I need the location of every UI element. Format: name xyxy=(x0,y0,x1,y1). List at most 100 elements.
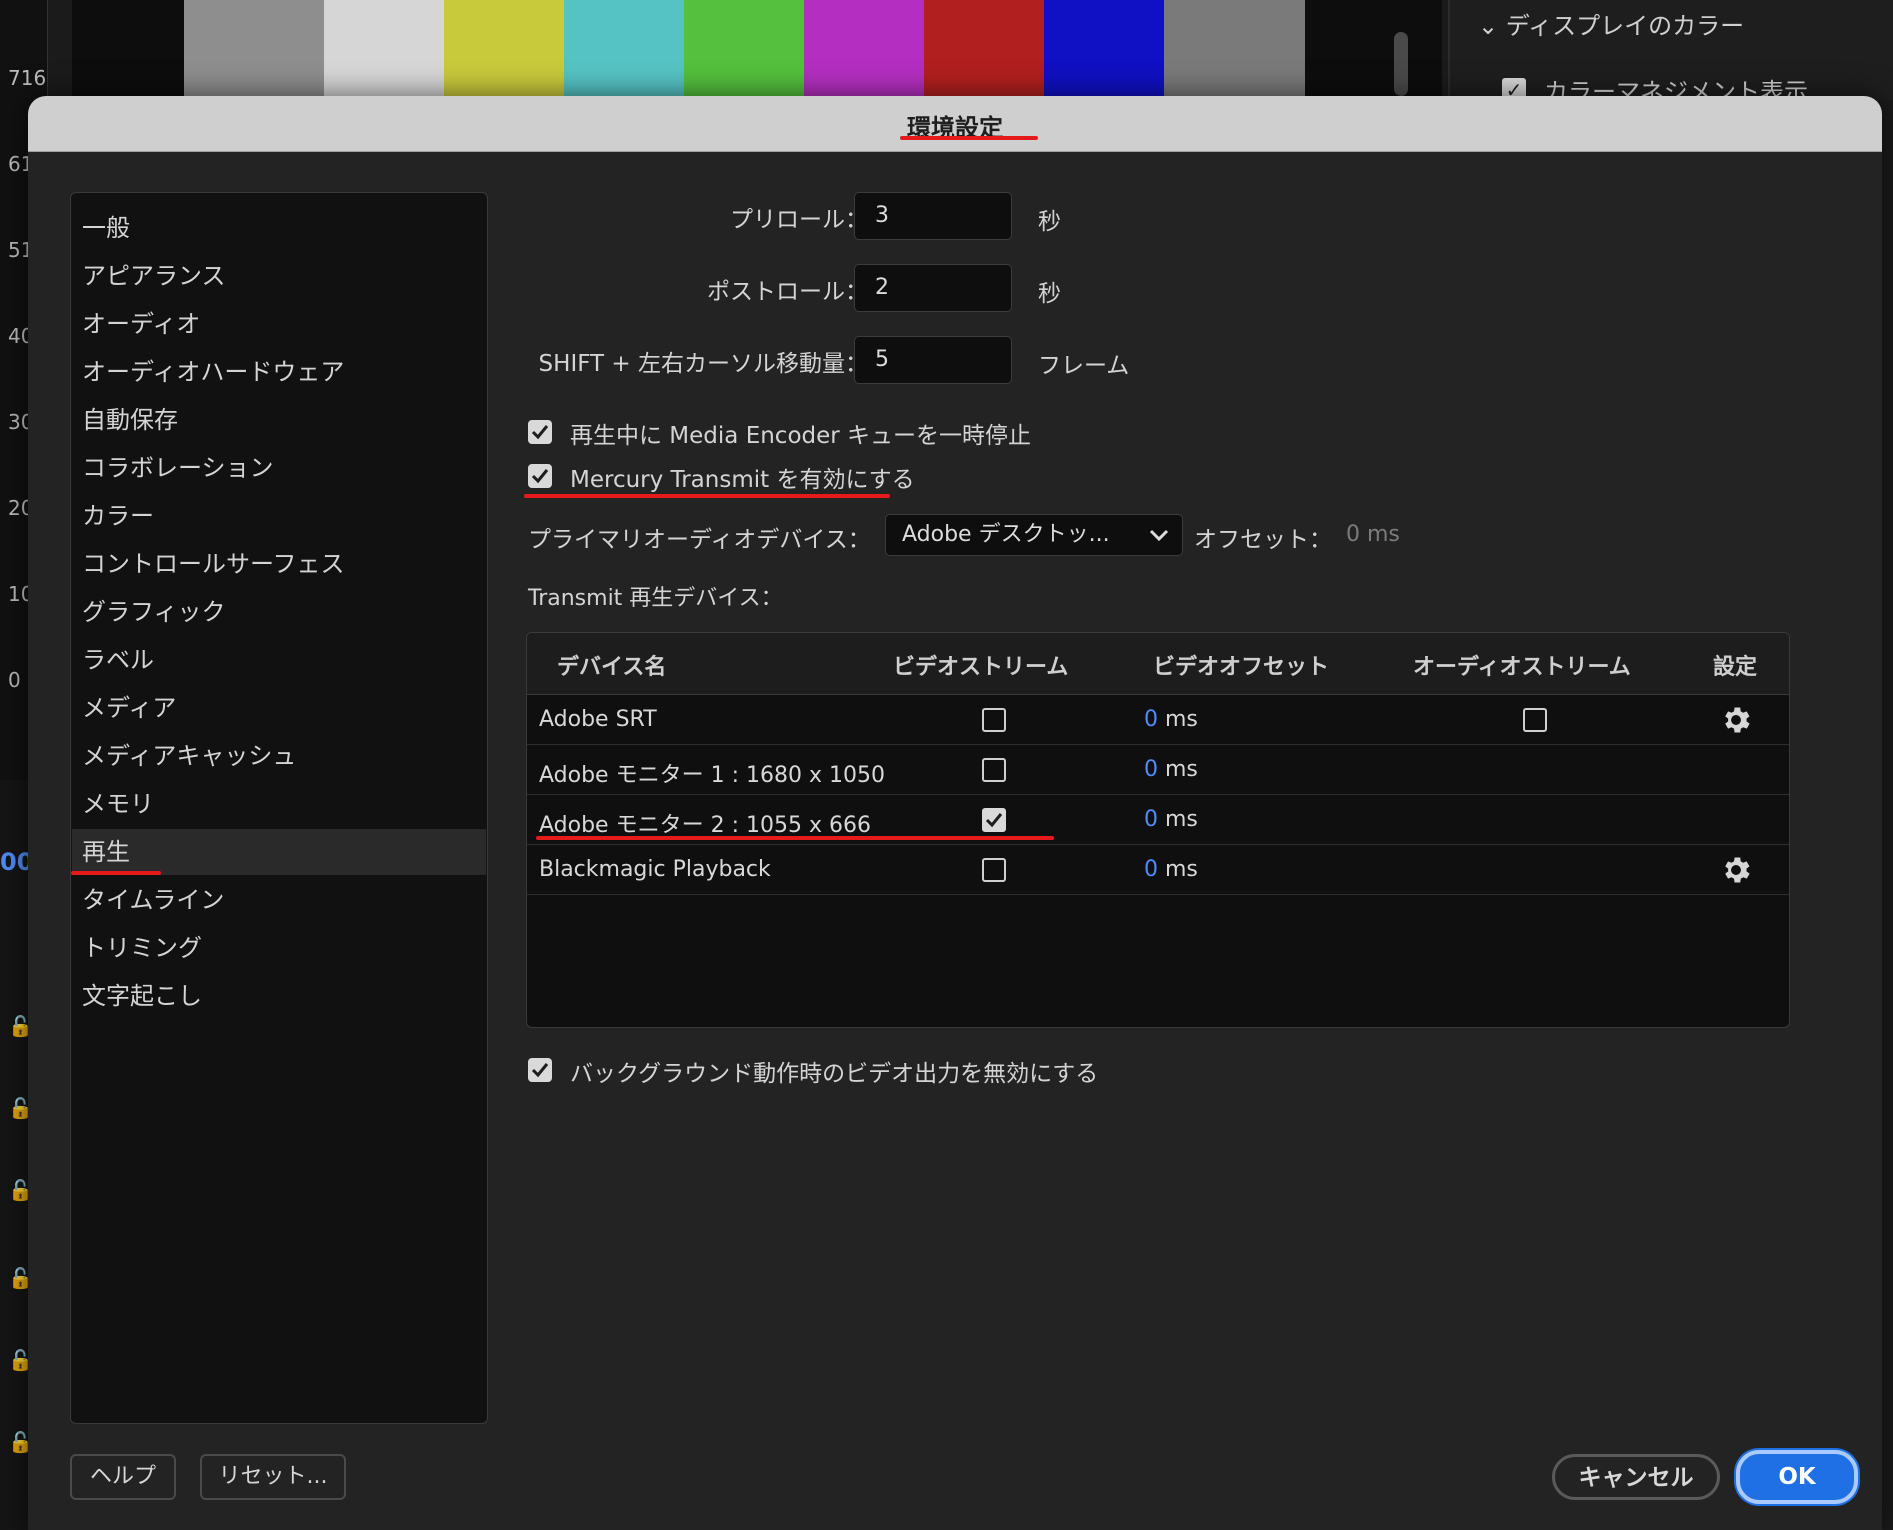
lock-icon[interactable]: 🔓 xyxy=(8,1014,33,1038)
column-header-audio-stream[interactable]: オーディオストリーム xyxy=(1413,649,1631,681)
color-bar xyxy=(924,0,1044,96)
color-bar xyxy=(804,0,924,96)
sidebar-item[interactable]: オーディオ xyxy=(72,301,486,347)
video-stream-checkbox[interactable] xyxy=(982,708,1006,732)
audio-stream-checkbox[interactable] xyxy=(1523,708,1547,732)
disable-background-video-checkbox[interactable] xyxy=(528,1058,552,1082)
timeline-track-strip xyxy=(0,780,30,1530)
annotation-underline xyxy=(524,494,890,498)
color-bar xyxy=(1044,0,1164,96)
device-name: Adobe モニター 2 : 1055 x 666 xyxy=(539,813,871,838)
sidebar-item[interactable]: 再生 xyxy=(72,829,486,875)
video-offset-value[interactable]: 0 ms xyxy=(1144,707,1198,732)
shift-cursor-label: SHIFT + 左右カーソル移動量： xyxy=(538,351,868,377)
checkmark-icon xyxy=(985,813,1003,828)
sidebar-item[interactable]: メモリ xyxy=(72,781,486,827)
video-stream-checkbox[interactable] xyxy=(982,808,1006,832)
primary-audio-value: Adobe デスクトッ... xyxy=(902,522,1110,547)
mercury-transmit-label: Mercury Transmit を有効にする xyxy=(570,467,915,493)
primary-audio-label: プライマリオーディオデバイス： xyxy=(528,527,871,553)
pause-media-encoder-checkbox[interactable] xyxy=(528,420,552,444)
column-header-video-stream[interactable]: ビデオストリーム xyxy=(893,649,1068,681)
device-settings-button[interactable] xyxy=(1719,703,1753,737)
video-offset-value[interactable]: 0 ms xyxy=(1144,857,1198,882)
sidebar-item[interactable]: トリミング xyxy=(72,925,486,971)
sidebar-item[interactable]: カラー xyxy=(72,493,486,539)
chevron-down-icon xyxy=(1148,515,1170,569)
lock-icon[interactable]: 🔓 xyxy=(8,1096,33,1120)
sidebar-item[interactable]: コントロールサーフェス xyxy=(72,541,486,587)
device-name: Adobe モニター 1 : 1680 x 1050 xyxy=(539,763,885,788)
panel-section-title[interactable]: ⌄ ディスプレイのカラー xyxy=(1478,6,1744,41)
color-bar xyxy=(1164,0,1305,96)
sidebar-item[interactable]: グラフィック xyxy=(72,589,486,635)
column-header-video-offset[interactable]: ビデオオフセット xyxy=(1153,649,1329,681)
color-bar xyxy=(324,0,444,96)
video-offset-value[interactable]: 0 ms xyxy=(1144,807,1198,832)
postroll-input[interactable]: 2 xyxy=(854,264,1012,312)
dialog-titlebar[interactable]: 環境設定 xyxy=(28,96,1882,152)
table-row[interactable]: Adobe モニター 1 : 1680 x 1050 0 ms xyxy=(527,745,1789,795)
sidebar-item[interactable]: オーディオハードウェア xyxy=(72,349,486,395)
preroll-input[interactable]: 3 xyxy=(854,192,1012,240)
help-button[interactable]: ヘルプ xyxy=(70,1454,176,1500)
disable-background-video-label: バックグラウンド動作時のビデオ出力を無効にする xyxy=(570,1061,1099,1087)
annotation-underline xyxy=(536,836,1054,840)
video-stream-checkbox[interactable] xyxy=(982,758,1006,782)
checkmark-icon xyxy=(531,425,549,440)
gear-icon xyxy=(1725,857,1750,883)
sidebar-item[interactable]: メディア xyxy=(72,685,486,731)
video-offset-unit: ms xyxy=(1158,707,1198,732)
video-offset-unit: ms xyxy=(1158,757,1198,782)
video-offset-value[interactable]: 0 ms xyxy=(1144,757,1198,782)
device-name: Adobe SRT xyxy=(539,707,657,732)
color-bars xyxy=(184,0,1305,96)
cancel-button[interactable]: キャンセル xyxy=(1552,1454,1720,1500)
checkmark-icon xyxy=(531,469,549,484)
checkmark-icon xyxy=(531,1063,549,1078)
column-header-device-name[interactable]: デバイス名 xyxy=(557,649,666,681)
sidebar-item[interactable]: メディアキャッシュ xyxy=(72,733,486,779)
sidebar-item[interactable]: タイムライン xyxy=(72,877,486,923)
lock-icon[interactable]: 🔓 xyxy=(8,1266,33,1290)
sidebar-item[interactable]: アピアランス xyxy=(72,253,486,299)
preroll-unit: 秒 xyxy=(1038,209,1061,235)
primary-audio-select[interactable]: Adobe デスクトッ... xyxy=(885,514,1183,556)
color-bar xyxy=(444,0,564,96)
transmit-devices-label: Transmit 再生デバイス： xyxy=(528,586,783,611)
annotation-underline xyxy=(900,136,1038,140)
device-settings-button[interactable] xyxy=(1719,853,1753,887)
video-offset-unit: ms xyxy=(1158,857,1198,882)
color-bar xyxy=(684,0,804,96)
lock-icon[interactable]: 🔓 xyxy=(8,1348,33,1372)
color-bar xyxy=(184,0,324,96)
reset-button[interactable]: リセット... xyxy=(200,1454,346,1500)
video-offset-number: 0 xyxy=(1144,857,1158,882)
table-row[interactable]: Adobe SRT 0 ms xyxy=(527,695,1789,745)
transmit-device-table: デバイス名 ビデオストリーム ビデオオフセット オーディオストリーム 設定 Ad… xyxy=(526,632,1790,1028)
sidebar-item[interactable]: ラベル xyxy=(72,637,486,683)
shift-cursor-unit: フレーム xyxy=(1038,353,1130,379)
sidebar-item[interactable]: 文字起こし xyxy=(72,973,486,1019)
panel-section-title-text: ディスプレイのカラー xyxy=(1505,12,1745,40)
video-offset-number: 0 xyxy=(1144,707,1158,732)
sidebar-item[interactable]: コラボレーション xyxy=(72,445,486,491)
video-offset-number: 0 xyxy=(1144,757,1158,782)
video-stream-checkbox[interactable] xyxy=(982,858,1006,882)
pause-media-encoder-label: 再生中に Media Encoder キューを一時停止 xyxy=(570,423,1032,449)
preferences-category-list: 一般 アピアランス オーディオ オーディオハードウェア 自動保存 コラボレーション カラーコ… xyxy=(70,192,488,1424)
shift-cursor-input[interactable]: 5 xyxy=(854,336,1012,384)
ruler-number: 0 xyxy=(8,668,21,692)
sidebar-item[interactable]: 一般 xyxy=(72,205,486,251)
monitor-scrollbar[interactable] xyxy=(1394,32,1408,96)
mercury-transmit-checkbox[interactable] xyxy=(528,464,552,488)
lock-icon[interactable]: 🔓 xyxy=(8,1178,33,1202)
sidebar-item[interactable]: 自動保存 xyxy=(72,397,486,443)
gear-icon xyxy=(1725,707,1750,733)
table-row[interactable]: Blackmagic Playback 0 ms xyxy=(527,845,1789,895)
lock-icon[interactable]: 🔓 xyxy=(8,1430,33,1454)
ok-button[interactable]: OK xyxy=(1736,1450,1858,1504)
video-offset-number: 0 xyxy=(1144,807,1158,832)
column-header-settings[interactable]: 設定 xyxy=(1713,649,1757,681)
offset-label: オフセット： xyxy=(1194,527,1332,553)
